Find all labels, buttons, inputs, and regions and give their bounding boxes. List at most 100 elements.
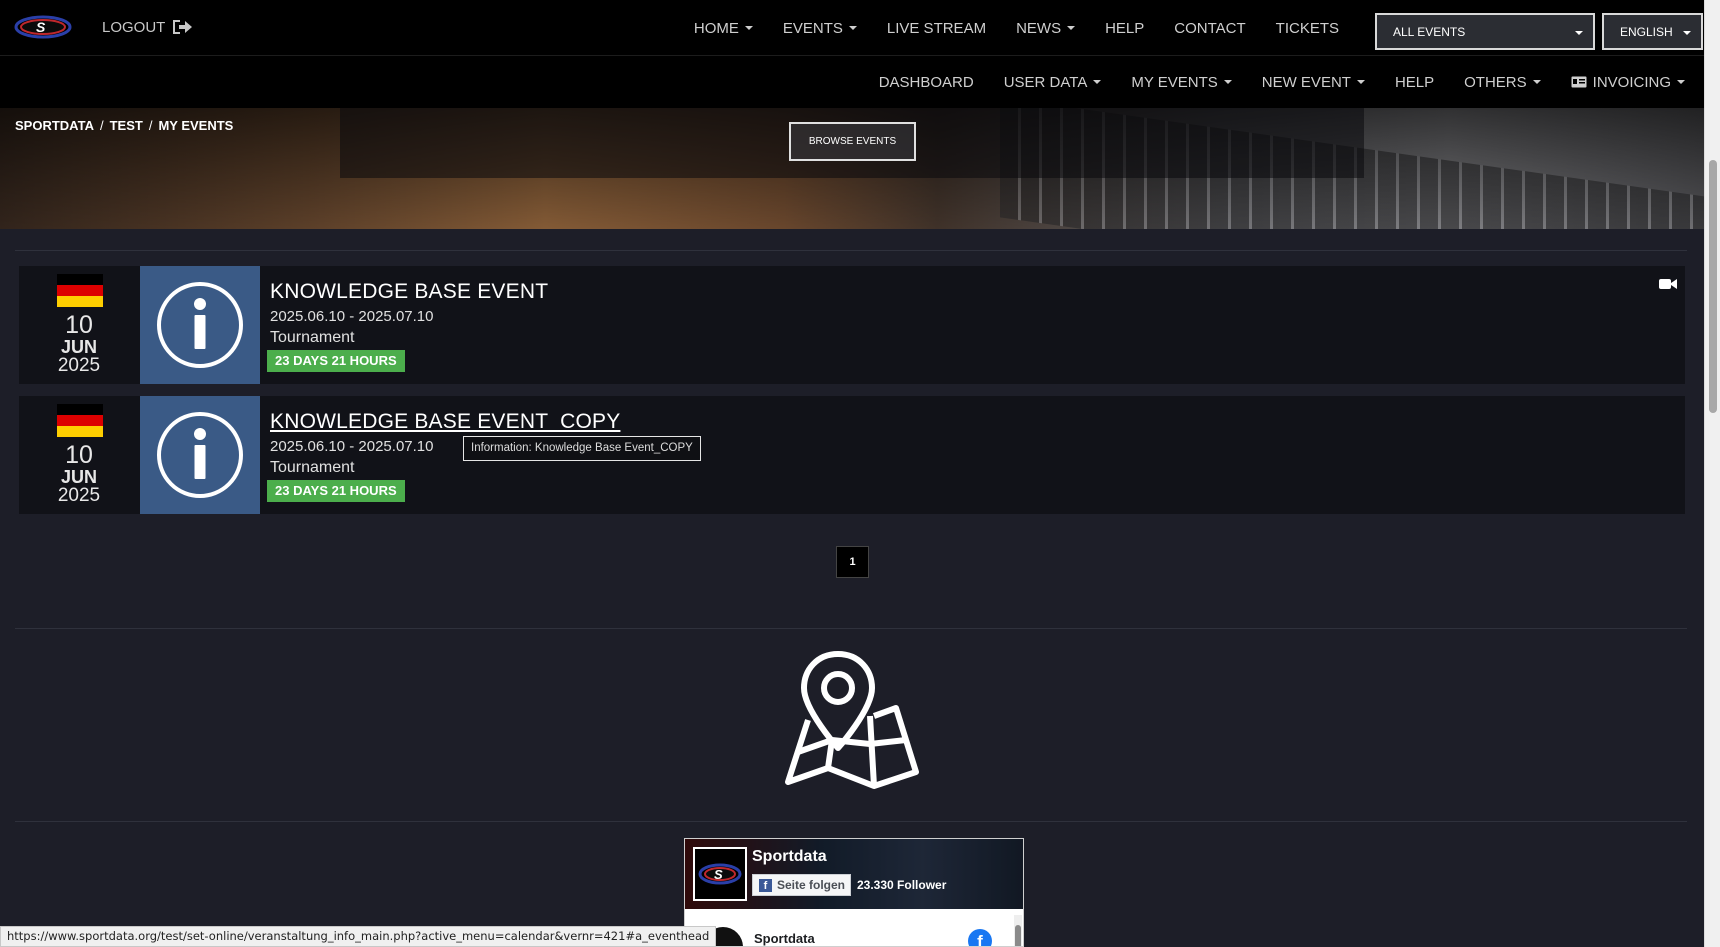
menu-home[interactable]: HOME bbox=[679, 20, 768, 37]
facebook-page-widget[interactable]: S Sportdata f Seite folgen 23.330 Follow… bbox=[684, 838, 1024, 947]
info-icon bbox=[157, 282, 243, 368]
event-date: 10 JUN 2025 bbox=[19, 266, 139, 384]
page-scrollbar[interactable] bbox=[1704, 0, 1720, 947]
svg-text:S: S bbox=[36, 19, 46, 35]
menu-events-label: EVENTS bbox=[782, 19, 843, 37]
event-card[interactable]: 10 JUN 2025 KNOWLEDGE BASE EVENT_COPY 20… bbox=[19, 396, 1685, 514]
menu-contact-label: CONTACT bbox=[1174, 19, 1246, 37]
menu-live-stream[interactable]: LIVE STREAM bbox=[872, 20, 1001, 37]
logout-icon bbox=[173, 20, 193, 34]
svg-text:S: S bbox=[714, 867, 723, 882]
event-day: 10 bbox=[65, 441, 93, 469]
divider bbox=[15, 250, 1687, 251]
breadcrumb-separator: / bbox=[99, 118, 104, 133]
menu-help[interactable]: HELP bbox=[1090, 20, 1159, 37]
event-month: JUN bbox=[60, 337, 97, 357]
menu-home-label: HOME bbox=[693, 19, 739, 37]
submenu-new-event[interactable]: NEW EVENT bbox=[1247, 74, 1380, 91]
event-dates: 2025.06.10 - 2025.07.10 bbox=[270, 308, 434, 325]
menu-help-label: HELP bbox=[1105, 19, 1145, 37]
submenu-others-label: OTHERS bbox=[1464, 73, 1527, 91]
countdown-badge: 23 DAYS 21 HOURS bbox=[267, 480, 405, 502]
menu-news[interactable]: NEWS bbox=[1001, 20, 1090, 37]
main-menu: HOME EVENTS LIVE STREAM NEWS HELP CONTAC… bbox=[679, 0, 1354, 56]
menu-live-stream-label: LIVE STREAM bbox=[886, 19, 987, 37]
chevron-down-icon bbox=[848, 26, 857, 30]
event-title[interactable]: KNOWLEDGE BASE EVENT bbox=[270, 280, 548, 304]
hero-banner: SPORTDATA / TEST / MY EVENTS BROWSE EVEN… bbox=[0, 108, 1704, 229]
top-navbar: S LOGOUT HOME EVENTS LIVE STREAM NEWS HE… bbox=[0, 0, 1704, 56]
menu-tickets-label: TICKETS bbox=[1275, 19, 1339, 37]
breadcrumb-my-events[interactable]: MY EVENTS bbox=[158, 118, 233, 133]
facebook-icon: f bbox=[968, 929, 992, 946]
germany-flag-icon bbox=[57, 404, 103, 437]
submenu-user-data-label: USER DATA bbox=[1003, 73, 1088, 91]
submenu-dashboard[interactable]: DASHBOARD bbox=[864, 74, 989, 91]
menu-news-label: NEWS bbox=[1016, 19, 1062, 37]
event-dates: 2025.06.10 - 2025.07.10 bbox=[270, 438, 434, 455]
submenu-dashboard-label: DASHBOARD bbox=[878, 73, 974, 91]
info-icon bbox=[157, 412, 243, 498]
facebook-follow-button[interactable]: f Seite folgen bbox=[752, 874, 851, 896]
events-select-value: ALL EVENTS bbox=[1393, 24, 1466, 39]
breadcrumb: SPORTDATA / TEST / MY EVENTS bbox=[15, 118, 233, 133]
logout-label: LOGOUT bbox=[102, 18, 166, 36]
facebook-follower-count: 23.330 Follower bbox=[857, 878, 947, 892]
event-card[interactable]: 10 JUN 2025 KNOWLEDGE BASE EVENT 2025.06… bbox=[19, 266, 1685, 384]
chevron-down-icon bbox=[1532, 80, 1541, 84]
facebook-icon: f bbox=[759, 878, 772, 892]
chevron-down-icon bbox=[1067, 26, 1076, 30]
breadcrumb-test[interactable]: TEST bbox=[110, 118, 143, 133]
event-info-tile[interactable] bbox=[140, 396, 260, 514]
submenu-my-events-label: MY EVENTS bbox=[1131, 73, 1218, 91]
chevron-down-icon bbox=[1575, 31, 1583, 35]
event-title[interactable]: KNOWLEDGE BASE EVENT_COPY bbox=[270, 410, 620, 434]
chevron-down-icon bbox=[1683, 31, 1691, 35]
event-month: JUN bbox=[60, 467, 97, 487]
divider bbox=[15, 821, 1687, 822]
event-day: 10 bbox=[65, 311, 93, 339]
submenu-invoicing-label: INVOICING bbox=[1592, 73, 1671, 91]
facebook-post: Sportdata f bbox=[685, 909, 1023, 946]
menu-tickets[interactable]: TICKETS bbox=[1261, 20, 1354, 37]
facebook-scrollbar[interactable] bbox=[1014, 915, 1022, 946]
language-select[interactable]: ENGLISH bbox=[1602, 13, 1703, 50]
facebook-page-logo[interactable]: S bbox=[693, 847, 747, 901]
facebook-follow-label: Seite folgen bbox=[777, 878, 846, 892]
logout-link[interactable]: LOGOUT bbox=[102, 18, 193, 36]
submenu-others[interactable]: OTHERS bbox=[1449, 74, 1556, 91]
browse-events-button[interactable]: BROWSE EVENTS bbox=[789, 122, 916, 161]
submenu-my-events[interactable]: MY EVENTS bbox=[1116, 74, 1246, 91]
event-info-tile[interactable] bbox=[140, 266, 260, 384]
chevron-down-icon bbox=[744, 26, 753, 30]
event-date: 10 JUN 2025 bbox=[19, 396, 139, 514]
id-card-icon bbox=[1571, 76, 1587, 88]
sportdata-logo: S bbox=[698, 863, 742, 885]
event-year: 2025 bbox=[57, 485, 101, 506]
chevron-down-icon bbox=[1093, 80, 1102, 84]
events-select[interactable]: ALL EVENTS bbox=[1375, 13, 1595, 50]
submenu-help[interactable]: HELP bbox=[1380, 74, 1449, 91]
page: S LOGOUT HOME EVENTS LIVE STREAM NEWS HE… bbox=[0, 0, 1720, 947]
event-title-tooltip: Information: Knowledge Base Event_COPY bbox=[463, 436, 701, 461]
sub-menu: DASHBOARD USER DATA MY EVENTS NEW EVENT … bbox=[864, 56, 1700, 108]
divider bbox=[15, 628, 1687, 629]
sub-navbar: DASHBOARD USER DATA MY EVENTS NEW EVENT … bbox=[0, 56, 1704, 108]
countdown-badge: 23 DAYS 21 HOURS bbox=[267, 350, 405, 372]
scrollbar-thumb[interactable] bbox=[1709, 160, 1717, 413]
menu-events[interactable]: EVENTS bbox=[768, 20, 872, 37]
menu-contact[interactable]: CONTACT bbox=[1159, 20, 1260, 37]
breadcrumb-separator: / bbox=[148, 118, 153, 133]
video-camera-icon[interactable] bbox=[1659, 278, 1677, 290]
submenu-invoicing[interactable]: INVOICING bbox=[1556, 74, 1700, 91]
pagination-page-1[interactable]: 1 bbox=[836, 546, 869, 578]
facebook-post-author[interactable]: Sportdata bbox=[754, 931, 815, 946]
submenu-user-data[interactable]: USER DATA bbox=[989, 74, 1117, 91]
sportdata-logo[interactable]: S bbox=[14, 14, 72, 40]
breadcrumb-sportdata[interactable]: SPORTDATA bbox=[15, 118, 94, 133]
facebook-page-name[interactable]: Sportdata bbox=[752, 848, 827, 866]
chevron-down-icon bbox=[1677, 80, 1685, 84]
map-location-icon bbox=[785, 651, 919, 789]
chevron-down-icon bbox=[1223, 80, 1232, 84]
germany-flag-icon bbox=[57, 274, 103, 307]
